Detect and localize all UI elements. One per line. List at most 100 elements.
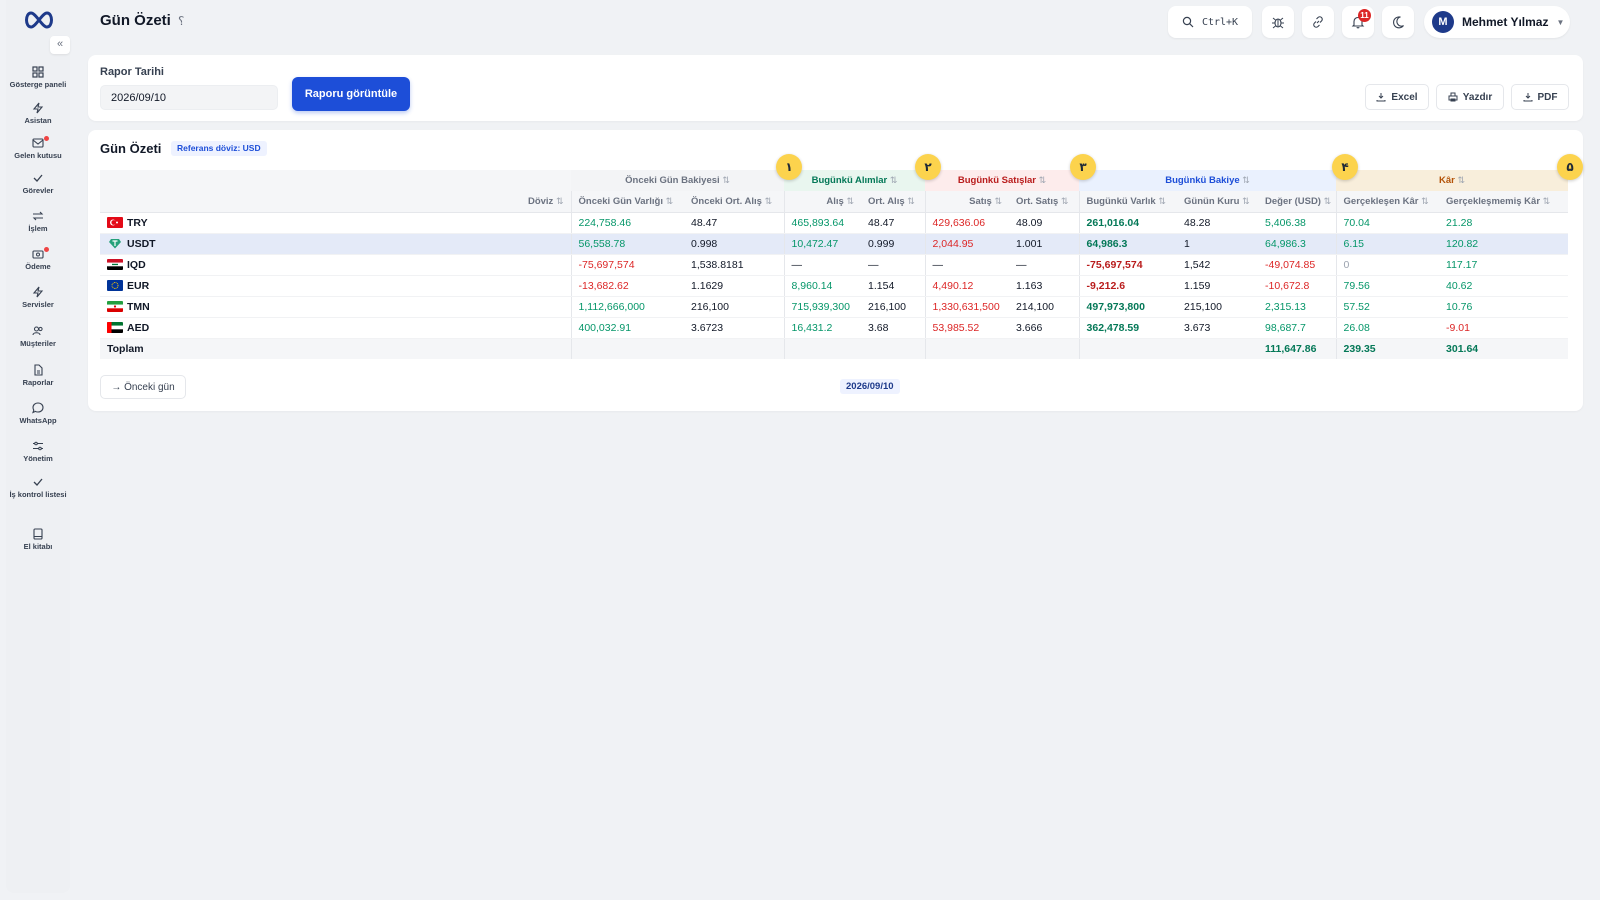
search-button[interactable]: Ctrl+K (1168, 6, 1252, 38)
prev-asset-cell: 224,758.46 (570, 212, 684, 234)
link-button[interactable] (1302, 6, 1334, 38)
column-header-value-usd[interactable]: Değer (USD) ⇅ (1258, 191, 1337, 213)
sell-cell: 53,985.52 (924, 317, 1010, 339)
help-icon[interactable]: ؟ (178, 14, 184, 28)
group-header-previous[interactable]: Önceki Gün Bakiyesi ⇅ (571, 170, 785, 191)
nav-item-checklist[interactable]: İş kontrol listesi (6, 476, 70, 499)
sort-icon: ⇅ (555, 195, 564, 206)
inbox-icon (32, 138, 44, 148)
avg-buy-cell: 0.999 (861, 233, 926, 255)
empty-cell (684, 338, 785, 359)
sort-icon: ⇅ (1323, 195, 1332, 206)
avg-buy-cell: 1.154 (861, 275, 926, 297)
nav-item-assistant[interactable]: Asistan (6, 102, 70, 125)
nav-item-whatsapp[interactable]: WhatsApp (6, 402, 70, 425)
group-header-empty (100, 170, 571, 191)
column-header-currency[interactable]: Döviz ⇅ (100, 191, 571, 213)
currency-cell: USDT (100, 233, 571, 255)
collapse-sidebar-button[interactable]: « (50, 36, 70, 54)
app-logo[interactable] (22, 10, 56, 30)
total-label: Toplam (100, 338, 571, 359)
theme-toggle-button[interactable] (1382, 6, 1414, 38)
column-header-realized-profit[interactable]: Gerçekleşen Kâr ⇅ (1335, 191, 1440, 213)
table-row[interactable]: TRY 224,758.46 48.47 465,893.64 48.47 42… (100, 212, 1569, 234)
sidebar: « Gösterge paneli Asistan Gelen kutusu G… (6, 0, 70, 893)
pdf-export-button[interactable]: PDF (1511, 84, 1569, 110)
table-row[interactable]: USDT 56,558.78 0.998 10,472.47 0.999 2,0… (100, 233, 1569, 255)
step-badge-4[interactable]: ۴ (1332, 154, 1358, 180)
nav-item-reports[interactable]: Raporlar (6, 364, 70, 387)
report-card: Gün Özeti Referans döviz: USD Önceki Gün… (88, 130, 1583, 411)
group-header-profit[interactable]: Kâr ⇅ (1336, 170, 1569, 191)
step-badge-2[interactable]: ٢ (915, 154, 941, 180)
group-header-buys[interactable]: Bugünkü Alımlar ⇅ (784, 170, 926, 191)
print-button[interactable]: Yazdır (1436, 84, 1504, 110)
notification-count-badge: 11 (1358, 9, 1371, 22)
empty-cell (783, 338, 862, 359)
table-row[interactable]: IQD -75,697,574 1,538.8181 — — — — -75,6… (100, 254, 1569, 276)
nav-label: WhatsApp (19, 416, 57, 425)
download-icon (1376, 93, 1386, 102)
table-row[interactable]: TMN 1,112,666,000 216,100 715,939,300 21… (100, 296, 1569, 318)
nav-item-services[interactable]: Servisler (6, 286, 70, 309)
nav-item-tasks[interactable]: Görevler (6, 172, 70, 195)
avg-sell-cell: 214,100 (1009, 296, 1080, 318)
sell-cell: 4,490.12 (924, 275, 1010, 297)
currency-cell: AED (100, 317, 571, 339)
column-header-avg-buy[interactable]: Ort. Alış ⇅ (861, 191, 926, 213)
value-usd-cell: -10,672.8 (1258, 275, 1337, 297)
step-badge-5[interactable]: ۵ (1557, 154, 1583, 180)
payment-icon (32, 250, 44, 259)
nav-item-transaction[interactable]: İşlem (6, 210, 70, 233)
sort-icon: ⇅ (1542, 195, 1551, 206)
column-header-unrealized-profit[interactable]: Gerçekleşmemiş Kâr ⇅ (1439, 191, 1569, 213)
prev-asset-cell: -75,697,574 (570, 254, 684, 276)
nav-item-dashboard[interactable]: Gösterge paneli (6, 66, 70, 89)
table-row[interactable]: AED 400,032.91 3.6723 16,431.2 3.68 53,9… (100, 317, 1569, 339)
realized-profit-cell: 57.52 (1335, 296, 1440, 318)
chat-icon (32, 402, 44, 414)
column-header-avg-sell[interactable]: Ort. Satış ⇅ (1009, 191, 1080, 213)
report-date-input[interactable] (100, 85, 278, 110)
nav-item-customers[interactable]: Müşteriler (6, 325, 70, 348)
column-header-today-asset[interactable]: Bugünkü Varlık ⇅ (1078, 191, 1178, 213)
check-icon (33, 478, 43, 486)
unread-dot (44, 247, 49, 252)
bolt-icon (32, 286, 44, 298)
notifications-button[interactable]: 11 (1342, 6, 1374, 38)
column-header-prev-asset[interactable]: Önceki Gün Varlığı ⇅ (570, 191, 684, 213)
nav-label: Müşteriler (20, 339, 56, 348)
group-header-balance[interactable]: Bugünkü Bakiye ⇅ (1079, 170, 1337, 191)
nav-label: Raporlar (22, 378, 54, 387)
column-header-buy[interactable]: Alış ⇅ (783, 191, 862, 213)
nav-item-inbox[interactable]: Gelen kutusu (6, 136, 70, 160)
view-report-button[interactable]: Raporu görüntüle (292, 77, 410, 111)
prev-asset-cell: 56,558.78 (570, 233, 684, 255)
day-summary-table: Önceki Gün Bakiyesi ⇅ Bugünkü Alımlar ⇅ … (100, 170, 1569, 359)
column-header-day-rate[interactable]: Günün Kuru ⇅ (1177, 191, 1259, 213)
search-icon (1182, 16, 1194, 28)
group-header-sales[interactable]: Bugünkü Satışlar ⇅ (925, 170, 1080, 191)
step-badge-3[interactable]: ٣ (1070, 154, 1096, 180)
previous-day-button[interactable]: → Önceki gün (100, 375, 186, 399)
reference-currency-badge: Referans döviz: USD (171, 141, 267, 156)
excel-export-button[interactable]: Excel (1365, 84, 1429, 110)
step-badge-1[interactable]: ١ (776, 154, 802, 180)
nav-item-handbook[interactable]: El kitabı (6, 528, 70, 551)
empty-cell (861, 338, 926, 359)
turkey-flag-icon (107, 216, 123, 228)
unrealized-profit-cell: -9.01 (1439, 317, 1569, 339)
debug-button[interactable] (1262, 6, 1294, 38)
table-row[interactable]: EUR -13,682.62 1.1629 8,960.14 1.154 4,4… (100, 275, 1569, 297)
user-menu[interactable]: M Mehmet Yılmaz ▼ (1424, 6, 1570, 38)
nav-item-management[interactable]: Yönetim (6, 440, 70, 463)
total-value-usd: 111,647.86 (1258, 338, 1337, 359)
transfer-icon (32, 211, 44, 221)
column-header-prev-avg-buy[interactable]: Önceki Ort. Alış ⇅ (684, 191, 785, 213)
buy-cell: 8,960.14 (783, 275, 862, 297)
avg-sell-cell: — (1009, 254, 1080, 276)
prev-asset-cell: 1,112,666,000 (570, 296, 684, 318)
column-header-sell[interactable]: Satış ⇅ (924, 191, 1010, 213)
nav-item-payment[interactable]: Ödeme (6, 247, 70, 271)
download-icon (1523, 93, 1532, 102)
